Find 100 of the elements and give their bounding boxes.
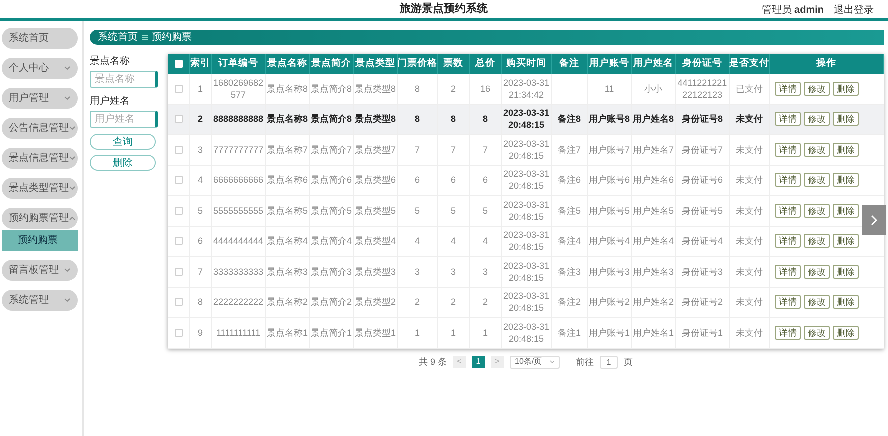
row-action-button[interactable]: 修改 — [804, 82, 830, 96]
sidebar-item[interactable]: 公告信息管理 — [2, 118, 78, 139]
table-cell: 2 — [198, 113, 203, 126]
sidebar-item[interactable]: 个人中心 — [2, 58, 78, 79]
table-cell: 备注8 — [558, 113, 581, 126]
table-cell: 景点名称1 — [267, 326, 308, 339]
table-cell: 2023-03-31 20:48:15 — [503, 107, 550, 132]
row-action-button[interactable]: 修改 — [804, 234, 830, 248]
row-action-button[interactable]: 详情 — [775, 295, 801, 310]
row-action-button[interactable]: 修改 — [804, 326, 830, 340]
table-cell: 2023-03-31 20:48:15 — [503, 320, 550, 345]
table-cell: 未支付 — [736, 326, 763, 339]
table-cell: 2023-03-31 20:48:15 — [503, 138, 550, 162]
table-cell: 9 — [198, 326, 203, 339]
table-cell: 景点类型2 — [355, 296, 396, 308]
sidebar-subitem[interactable]: 预约购票 — [2, 230, 78, 251]
row-action-button[interactable]: 删除 — [833, 142, 859, 157]
table-cell: 2 — [482, 296, 488, 308]
row-action-button[interactable]: 修改 — [804, 295, 830, 310]
row-action-button[interactable]: 修改 — [804, 142, 830, 157]
search-button[interactable]: 删除 — [90, 155, 156, 171]
search-field[interactable]: 用户姓名 — [90, 111, 158, 128]
sidebar-item[interactable]: 用户管理 — [2, 88, 78, 109]
table-cell: 4 — [482, 235, 488, 248]
row-action-button[interactable]: 详情 — [775, 326, 801, 340]
checkbox[interactable] — [174, 268, 182, 276]
search-button[interactable]: 查询 — [90, 134, 156, 150]
checkbox[interactable] — [174, 298, 182, 306]
checkbox[interactable] — [174, 328, 182, 337]
table-cell: 4444444444 — [213, 235, 264, 248]
sidebar-item[interactable]: 景点信息管理 — [2, 148, 78, 169]
table-cell: 2023-03-31 20:48:15 — [503, 229, 550, 254]
table-cell: 2 — [450, 82, 456, 95]
table-cell: 景点类型3 — [355, 266, 396, 278]
checkbox[interactable] — [174, 206, 182, 215]
table-cell: 景点简介7 — [311, 144, 352, 156]
row-action-button[interactable]: 删除 — [833, 295, 859, 310]
row-action-button[interactable]: 删除 — [833, 326, 859, 340]
checkbox[interactable] — [174, 237, 182, 246]
sidebar-item[interactable]: 系统管理 — [2, 290, 78, 311]
goto-page-field[interactable]: 1 — [600, 356, 618, 369]
row-action-button[interactable]: 详情 — [775, 234, 801, 248]
table-cell: 未支付 — [736, 266, 763, 278]
row-action-button[interactable]: 修改 — [804, 112, 830, 126]
table-cell: 用户账号1 — [589, 326, 630, 339]
checkbox[interactable] — [174, 84, 182, 93]
table-cell: 景点类型8 — [355, 82, 396, 95]
checkbox[interactable] — [174, 176, 182, 184]
search-field[interactable]: 景点名称 — [90, 71, 158, 88]
table-cell: 1 — [198, 82, 203, 95]
sidebar-item[interactable]: 预约购票管理 — [2, 208, 78, 229]
table-cell: 7777777777 — [213, 144, 264, 156]
table-cell: 16 — [480, 82, 490, 95]
table-cell: 3333333333 — [213, 266, 264, 278]
row-action-button[interactable]: 删除 — [833, 173, 859, 188]
table-cell: 6 — [198, 235, 203, 248]
table-cell: 身份证号5 — [682, 204, 723, 217]
row-action-button[interactable]: 删除 — [833, 82, 859, 96]
table-cell: 未支付 — [736, 296, 763, 308]
table-cell: 景点简介8 — [311, 82, 352, 95]
row-action-button[interactable]: 删除 — [833, 204, 859, 218]
table-cell: 4 — [198, 174, 203, 186]
breadcrumb-link[interactable]: 预约购票 — [152, 30, 192, 45]
table-cell: 景点类型8 — [355, 113, 396, 126]
table-cell: 8 — [198, 296, 203, 308]
sidebar-item[interactable]: 留言板管理 — [2, 260, 78, 281]
table-cell: 未支付 — [736, 144, 763, 156]
table-cell: 用户姓名8 — [633, 113, 674, 126]
row-action-button[interactable]: 详情 — [775, 204, 801, 218]
next-slide-button[interactable] — [862, 205, 886, 235]
row-action-button[interactable]: 详情 — [775, 112, 801, 126]
row-action-button[interactable]: 详情 — [775, 82, 801, 96]
sidebar-item[interactable]: 景点类型管理 — [2, 178, 78, 199]
page-size-select[interactable]: 10条/页 — [510, 356, 560, 369]
row-action-button[interactable]: 删除 — [833, 234, 859, 248]
row-action-button[interactable]: 修改 — [804, 204, 830, 218]
row-action-button[interactable]: 详情 — [775, 264, 801, 279]
sidebar-item[interactable]: 系统首页 — [2, 28, 78, 49]
table-cell: 3 — [414, 266, 420, 278]
row-action-button[interactable]: 修改 — [804, 264, 830, 279]
field-label: 用户姓名 — [90, 94, 131, 109]
chevron-down-icon — [550, 360, 555, 364]
table-cell: 用户姓名3 — [633, 266, 674, 278]
checkbox[interactable] — [174, 146, 182, 154]
row-action-button[interactable]: 删除 — [833, 264, 859, 279]
row-action-button[interactable]: 修改 — [804, 173, 830, 188]
table-cell: 2222222222 — [213, 296, 264, 308]
table-cell: 6 — [414, 174, 420, 186]
checkbox[interactable] — [174, 115, 182, 124]
row-action-button[interactable]: 详情 — [775, 142, 801, 157]
table-cell: 3 — [482, 266, 488, 278]
table-cell: 用户姓名1 — [633, 326, 674, 339]
breadcrumb-link[interactable]: 系统首页 — [98, 30, 138, 45]
table-cell: 用户账号7 — [589, 144, 630, 156]
logout-link[interactable]: 退出登录 — [834, 3, 874, 18]
table-cell: 2023-03-31 21:34:42 — [503, 76, 550, 101]
table-cell: 景点名称4 — [267, 235, 308, 248]
row-action-button[interactable]: 详情 — [775, 173, 801, 188]
page-button[interactable]: 1 — [472, 356, 485, 368]
row-action-button[interactable]: 删除 — [833, 112, 859, 126]
